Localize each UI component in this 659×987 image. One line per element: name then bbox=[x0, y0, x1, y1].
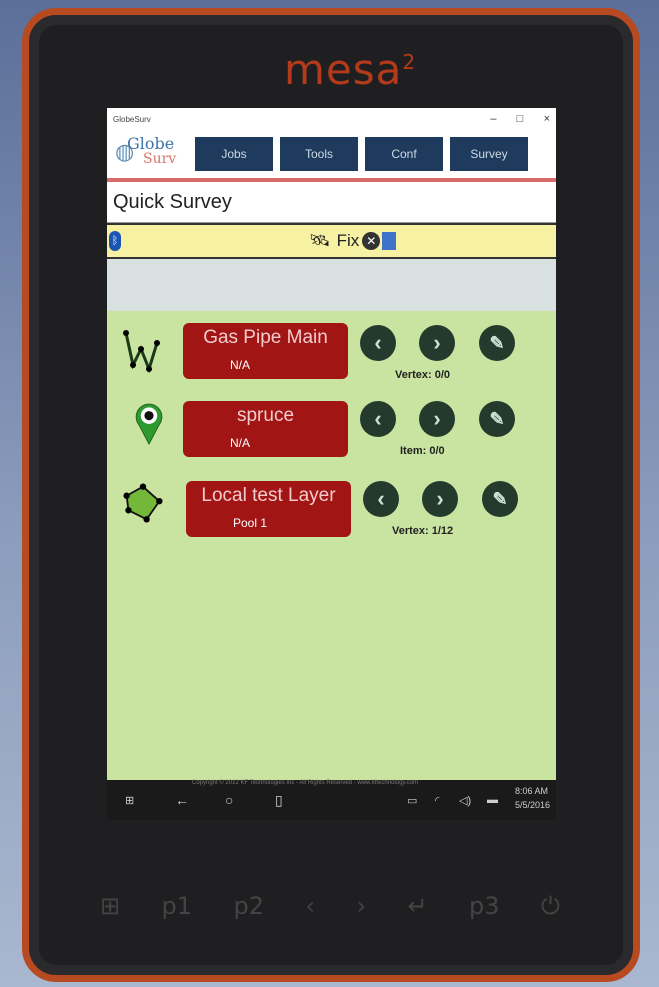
no-fix-icon: ✕ bbox=[362, 232, 381, 250]
app-header: ◍ Globe Surv Jobs Tools Conf Survey bbox=[107, 130, 556, 182]
task-view-icon[interactable]: ▯ bbox=[275, 792, 283, 809]
enter-key[interactable]: ↵ bbox=[407, 892, 427, 920]
satellite-icon: 🛰 bbox=[309, 231, 331, 250]
next-vertex-button[interactable]: › bbox=[422, 481, 458, 517]
minimize-button[interactable]: – bbox=[490, 113, 496, 125]
app-logo: ◍ Globe Surv bbox=[115, 134, 177, 167]
page-title: Quick Survey bbox=[107, 182, 556, 223]
windows-hw-key[interactable]: ⊞ bbox=[100, 892, 120, 920]
polygon-icon bbox=[123, 483, 163, 523]
app-screen: GlobeSurv – □ × ◍ Globe Surv Jobs Tools … bbox=[107, 108, 556, 780]
layer-select-button[interactable]: Gas Pipe Main N/A bbox=[183, 323, 348, 379]
notification-icon[interactable]: ▬ bbox=[487, 794, 498, 806]
window-titlebar: GlobeSurv – □ × bbox=[107, 108, 556, 130]
edit-button[interactable]: ✎ bbox=[482, 481, 518, 517]
window-title: GlobeSurv bbox=[113, 114, 151, 124]
p1-key[interactable]: p1 bbox=[162, 892, 193, 920]
close-button[interactable]: × bbox=[544, 113, 550, 125]
edit-button[interactable]: ✎ bbox=[479, 401, 515, 437]
wifi-icon[interactable]: ◜ bbox=[435, 794, 439, 807]
gps-status-bar: ᛒ 🛰 Fix ✕ bbox=[107, 223, 556, 259]
prev-vertex-button[interactable]: ‹ bbox=[360, 325, 396, 361]
map-pin-icon bbox=[135, 403, 163, 445]
next-item-button[interactable]: › bbox=[419, 401, 455, 437]
start-icon[interactable]: ⊞ bbox=[125, 794, 134, 807]
layer-select-button[interactable]: Local test Layer Pool 1 bbox=[186, 481, 351, 537]
vertex-counter: Vertex: 0/0 bbox=[395, 369, 451, 381]
volume-icon[interactable]: ◁) bbox=[459, 794, 471, 807]
nav-conf-button[interactable]: Conf bbox=[365, 137, 443, 171]
layer-row: Local test Layer Pool 1 ‹ › ✎ Vertex: 1/… bbox=[107, 475, 556, 553]
right-key[interactable]: › bbox=[356, 892, 366, 920]
bluetooth-icon[interactable]: ᛒ bbox=[109, 231, 121, 251]
edit-button[interactable]: ✎ bbox=[479, 325, 515, 361]
nav-survey-button[interactable]: Survey bbox=[450, 137, 528, 171]
maximize-button[interactable]: □ bbox=[517, 113, 524, 125]
next-vertex-button[interactable]: › bbox=[419, 325, 455, 361]
layer-row: Gas Pipe Main N/A ‹ › ✎ Vertex: 0/0 bbox=[107, 319, 556, 397]
vertex-counter: Vertex: 1/12 bbox=[392, 525, 454, 537]
battery-icon[interactable]: ▭ bbox=[407, 794, 417, 807]
window-controls: – □ × bbox=[472, 113, 550, 125]
clock-time[interactable]: 8:06 AM bbox=[515, 786, 548, 796]
layer-select-button[interactable]: spruce N/A bbox=[183, 401, 348, 457]
device-brand: mesa2 bbox=[284, 45, 417, 94]
power-key[interactable]: ⏻ bbox=[541, 892, 560, 920]
nav-tools-button[interactable]: Tools bbox=[280, 137, 358, 171]
log-document-icon[interactable] bbox=[382, 232, 397, 250]
p3-key[interactable]: p3 bbox=[469, 892, 500, 920]
p2-key[interactable]: p2 bbox=[233, 892, 264, 920]
layer-row: spruce N/A ‹ › ✎ Item: 0/0 bbox=[107, 397, 556, 475]
left-key[interactable]: ‹ bbox=[305, 892, 315, 920]
gps-status: 🛰 Fix ✕ bbox=[309, 231, 397, 251]
nav-jobs-button[interactable]: Jobs bbox=[195, 137, 273, 171]
fix-label: Fix bbox=[336, 231, 360, 250]
prev-vertex-button[interactable]: ‹ bbox=[363, 481, 399, 517]
windows-taskbar: Copyright © 2012 KF Technologies Inc - A… bbox=[107, 780, 556, 820]
clock-date[interactable]: 5/5/2016 bbox=[515, 800, 550, 810]
polyline-icon bbox=[123, 330, 160, 373]
back-icon[interactable]: ← bbox=[175, 792, 189, 808]
copyright-text: Copyright © 2012 KF Technologies Inc - A… bbox=[192, 780, 418, 786]
info-band bbox=[107, 259, 556, 311]
prev-item-button[interactable]: ‹ bbox=[360, 401, 396, 437]
hardware-keys: ⊞ p1 p2 ‹ › ↵ p3 ⏻ bbox=[100, 892, 560, 920]
item-counter: Item: 0/0 bbox=[400, 445, 445, 457]
cortana-icon[interactable]: ○ bbox=[225, 792, 233, 808]
